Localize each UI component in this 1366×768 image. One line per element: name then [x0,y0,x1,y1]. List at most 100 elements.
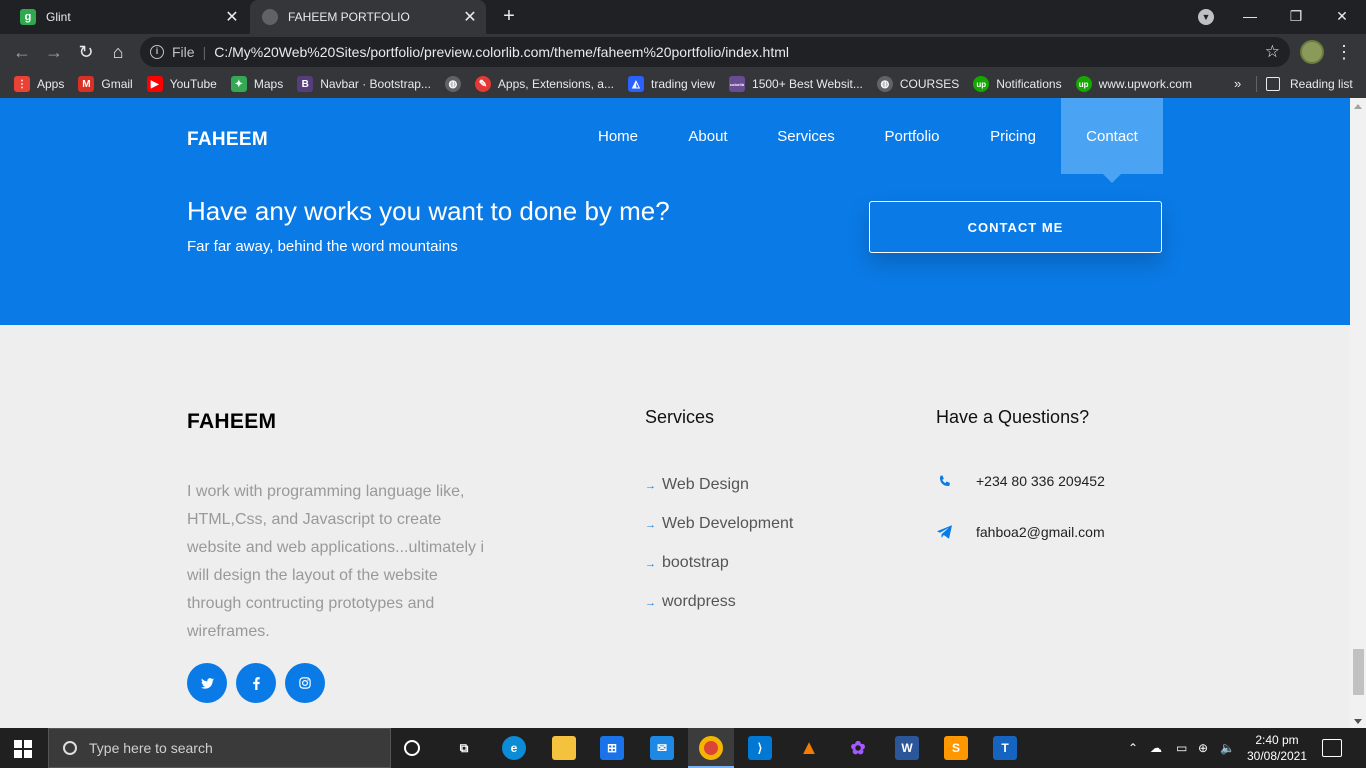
bookmark-bootstrap-navbar[interactable]: B Navbar · Bootstrap... [297,76,431,92]
system-clock[interactable]: 2:40 pm 30/08/2021 [1245,732,1309,764]
windows-taskbar: Type here to search ⧉ e ⊞ ✉ ⟩ ▲ ✿ W S T … [0,728,1366,768]
tab-glint[interactable]: g Glint ✕ [8,0,248,34]
arrow-right-icon: → [645,480,656,492]
page-scrollbar[interactable] [1350,98,1366,728]
upwork-icon: up [973,76,990,92]
bookmark-courses[interactable]: ◍ COURSES [876,76,959,92]
vlc-icon[interactable]: ▲ [797,736,821,760]
scroll-down-icon[interactable] [1354,719,1362,724]
phone-row[interactable]: +234 80 336 209452 [936,473,1105,489]
email-row[interactable]: fahboa2@gmail.com [936,524,1105,540]
store-icon[interactable]: ⊞ [600,736,624,760]
reading-list-icon [1266,77,1280,91]
cta-subtitle: Far far away, behind the word mountains [187,238,458,255]
mail-icon[interactable]: ✉ [650,736,674,760]
service-link-bootstrap[interactable]: → bootstrap [645,549,805,578]
clock-time: 2:40 pm [1255,733,1299,747]
bookmarks-overflow-icon[interactable]: » [1234,70,1241,98]
bookmark-youtube[interactable]: ▶ YouTube [146,76,217,92]
arrow-right-icon: → [645,519,656,531]
minimize-icon[interactable]: — [1238,4,1262,28]
tab-faheem-portfolio[interactable]: FAHEEM PORTFOLIO ✕ [250,0,486,34]
reading-list-button[interactable]: Reading list [1266,70,1353,98]
facebook-icon [252,676,260,690]
restore-icon[interactable]: ❐ [1284,4,1308,28]
taskbar-search-box[interactable]: Type here to search [48,728,391,768]
nav-about[interactable]: About [672,98,744,174]
cta-title: Have any works you want to done by me? [187,196,670,226]
globe-icon: ◍ [444,76,461,92]
instagram-button[interactable] [285,663,325,703]
bookmarks-bar: ⋮ Apps M Gmail ▶ YouTube ✦ Maps B Navbar… [0,70,1366,98]
service-link-wordpress[interactable]: → wordpress [645,588,805,617]
info-icon[interactable]: i [150,45,164,59]
url-text[interactable]: C:/My%20Web%20Sites/portfolio/preview.co… [214,44,1265,60]
nav-contact[interactable]: Contact [1061,98,1163,174]
notification-center-icon[interactable] [1322,739,1342,757]
reload-icon[interactable]: ↻ [74,40,98,64]
apps-grid-icon: ⋮ [14,76,30,92]
service-link-web-development[interactable]: → Web Development [645,510,805,539]
volume-icon[interactable]: 🔈 [1220,728,1235,768]
services-heading: Services [645,407,715,427]
search-icon [63,741,77,755]
twitter-button[interactable] [187,663,227,703]
clock-date: 30/08/2021 [1246,749,1308,763]
cortana-icon[interactable] [404,740,420,756]
more-menu-icon[interactable]: ⋮ [1334,40,1354,64]
bookmark-label: trading view [650,77,716,91]
back-arrow-icon[interactable]: ← [10,40,34,64]
nav-portfolio[interactable]: Portfolio [870,98,954,174]
service-link-web-design[interactable]: → Web Design [645,471,805,500]
scroll-up-icon[interactable] [1354,104,1362,109]
divider [1256,76,1257,92]
nav-services[interactable]: Services [762,98,850,174]
windows-start-icon[interactable] [14,740,32,758]
bookmark-apps[interactable]: ⋮ Apps [14,76,64,92]
bookmark-colorlib[interactable]: colorlib 1500+ Best Websit... [729,76,863,92]
onedrive-icon[interactable]: ☁ [1150,728,1162,768]
task-view-icon[interactable]: ⧉ [452,736,476,760]
forward-arrow-icon[interactable]: → [42,40,66,64]
battery-icon[interactable]: ▭ [1176,728,1187,768]
service-label: wordpress [662,593,736,610]
reading-list-label: Reading list [1290,77,1353,91]
close-tab-icon[interactable]: ✕ [460,7,480,27]
show-hidden-icons[interactable]: ⌃ [1128,728,1138,768]
file-explorer-icon[interactable] [552,736,576,760]
profile-avatar[interactable] [1300,40,1324,64]
bookmark-maps[interactable]: ✦ Maps [230,76,283,92]
close-window-icon[interactable]: ✕ [1330,4,1354,28]
site-logo[interactable]: FAHEEM [187,129,268,151]
service-label: Web Development [662,515,794,532]
chrome-icon[interactable] [699,736,723,760]
nav-pricing[interactable]: Pricing [976,98,1050,174]
phone-icon [936,473,952,489]
word-icon[interactable]: W [895,736,919,760]
bookmark-star-icon[interactable]: ☆ [1265,42,1280,62]
bookmark-trading-view[interactable]: ◭ trading view [627,76,716,92]
bookmark-upwork[interactable]: up www.upwork.com [1075,76,1192,92]
facebook-button[interactable] [236,663,276,703]
bookmark-apps-extensions[interactable]: ✎ Apps, Extensions, a... [474,76,614,92]
arrow-right-icon: → [645,597,656,609]
new-tab-button[interactable]: + [498,5,520,27]
vscode-icon[interactable]: ⟩ [748,736,772,760]
bookmark-notifications[interactable]: up Notifications [973,76,1062,92]
tab-search-icon[interactable]: ▼ [1198,9,1214,25]
contact-me-button[interactable]: CONTACT ME [869,201,1162,253]
typora-icon[interactable]: T [993,736,1017,760]
service-label: Web Design [662,476,749,493]
nav-home[interactable]: Home [582,98,654,174]
edge-icon[interactable]: e [502,736,526,760]
figma-icon[interactable]: ✿ [846,736,870,760]
scrollbar-thumb[interactable] [1353,649,1364,695]
address-bar[interactable]: i File | C:/My%20Web%20Sites/portfolio/p… [140,37,1290,67]
home-icon[interactable]: ⌂ [106,40,130,64]
network-icon[interactable]: ⊕ [1198,728,1208,768]
bookmark-gmail[interactable]: M Gmail [78,76,133,92]
browser-toolbar: ← → ↻ ⌂ i File | C:/My%20Web%20Sites/por… [0,34,1366,70]
bookmark-globe[interactable]: ◍ [444,76,461,92]
close-tab-icon[interactable]: ✕ [222,7,242,27]
sublime-text-icon[interactable]: S [944,736,968,760]
